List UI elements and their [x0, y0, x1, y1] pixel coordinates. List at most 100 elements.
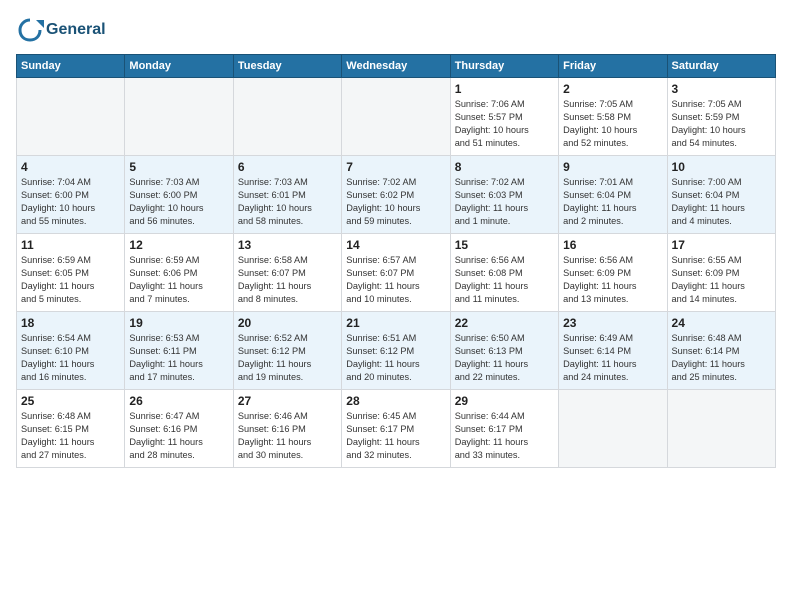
calendar-cell [559, 390, 667, 468]
calendar-cell: 13Sunrise: 6:58 AM Sunset: 6:07 PM Dayli… [233, 234, 341, 312]
calendar-cell: 4Sunrise: 7:04 AM Sunset: 6:00 PM Daylig… [17, 156, 125, 234]
calendar-cell: 15Sunrise: 6:56 AM Sunset: 6:08 PM Dayli… [450, 234, 558, 312]
calendar-week-2: 4Sunrise: 7:04 AM Sunset: 6:00 PM Daylig… [17, 156, 776, 234]
day-number: 11 [21, 238, 120, 252]
weekday-header-saturday: Saturday [667, 55, 775, 78]
calendar-cell: 5 Sunrise: 7:03 AM Sunset: 6:00 PM Daylig… [125, 156, 233, 234]
day-info: Sunrise: 6:51 AM Sunset: 6:12 PM Dayligh… [346, 332, 445, 384]
day-info: Sunrise: 7:03 AM Sunset: 6:00 PM Dayligh… [129, 176, 228, 228]
day-number: 29 [455, 394, 554, 408]
day-info: Sunrise: 6:57 AM Sunset: 6:07 PM Dayligh… [346, 254, 445, 306]
day-info: Sunrise: 6:53 AM Sunset: 6:11 PM Dayligh… [129, 332, 228, 384]
day-number: 17 [672, 238, 771, 252]
calendar-cell: 3 Sunrise: 7:05 AM Sunset: 5:59 PM Daylig… [667, 78, 775, 156]
calendar-cell [667, 390, 775, 468]
day-info: Sunrise: 7:01 AM Sunset: 6:04 PM Dayligh… [563, 176, 662, 228]
day-number: 24 [672, 316, 771, 330]
day-number: 5 [129, 160, 228, 174]
weekday-header-tuesday: Tuesday [233, 55, 341, 78]
calendar-cell: 7Sunrise: 7:02 AM Sunset: 6:02 PM Daylig… [342, 156, 450, 234]
day-info: Sunrise: 7:02 AM Sunset: 6:03 PM Dayligh… [455, 176, 554, 228]
day-number: 4 [21, 160, 120, 174]
day-number: 18 [21, 316, 120, 330]
calendar-week-3: 11 Sunrise: 6:59 AM Sunset: 6:05 PM Dayli… [17, 234, 776, 312]
day-info: Sunrise: 6:47 AM Sunset: 6:16 PM Dayligh… [129, 410, 228, 462]
day-number: 7 [346, 160, 445, 174]
day-number: 21 [346, 316, 445, 330]
calendar-cell: 12Sunrise: 6:59 AM Sunset: 6:06 PM Dayli… [125, 234, 233, 312]
day-info: Sunrise: 7:06 AM Sunset: 5:57 PM Dayligh… [455, 98, 554, 150]
calendar-cell [233, 78, 341, 156]
day-info: Sunrise: 6:45 AM Sunset: 6:17 PM Dayligh… [346, 410, 445, 462]
calendar-cell: 9 Sunrise: 7:01 AM Sunset: 6:04 PM Daylig… [559, 156, 667, 234]
day-number: 14 [346, 238, 445, 252]
logo: General [16, 16, 106, 44]
logo-icon [16, 16, 44, 44]
day-number: 19 [129, 316, 228, 330]
calendar-cell: 26 Sunrise: 6:47 AM Sunset: 6:16 PM Dayli… [125, 390, 233, 468]
calendar-cell: 22 Sunrise: 6:50 AM Sunset: 6:13 PM Dayli… [450, 312, 558, 390]
day-info: Sunrise: 6:48 AM Sunset: 6:15 PM Dayligh… [21, 410, 120, 462]
calendar-cell: 20 Sunrise: 6:52 AM Sunset: 6:12 PM Dayli… [233, 312, 341, 390]
calendar-cell: 16 Sunrise: 6:56 AM Sunset: 6:09 PM Dayli… [559, 234, 667, 312]
day-info: Sunrise: 7:05 AM Sunset: 5:59 PM Dayligh… [672, 98, 771, 150]
calendar-cell [342, 78, 450, 156]
weekday-header-friday: Friday [559, 55, 667, 78]
day-number: 9 [563, 160, 662, 174]
day-number: 15 [455, 238, 554, 252]
calendar-week-4: 18 Sunrise: 6:54 AM Sunset: 6:10 PM Dayli… [17, 312, 776, 390]
day-info: Sunrise: 6:55 AM Sunset: 6:09 PM Dayligh… [672, 254, 771, 306]
weekday-header-monday: Monday [125, 55, 233, 78]
calendar-cell: 28Sunrise: 6:45 AM Sunset: 6:17 PM Dayli… [342, 390, 450, 468]
calendar-cell: 25 Sunrise: 6:48 AM Sunset: 6:15 PM Dayli… [17, 390, 125, 468]
day-info: Sunrise: 6:44 AM Sunset: 6:17 PM Dayligh… [455, 410, 554, 462]
calendar-cell: 19 Sunrise: 6:53 AM Sunset: 6:11 PM Dayli… [125, 312, 233, 390]
calendar-cell: 21 Sunrise: 6:51 AM Sunset: 6:12 PM Dayli… [342, 312, 450, 390]
calendar-cell: 23Sunrise: 6:49 AM Sunset: 6:14 PM Dayli… [559, 312, 667, 390]
day-number: 25 [21, 394, 120, 408]
logo-text: General [46, 20, 106, 39]
day-number: 6 [238, 160, 337, 174]
calendar-cell: 17 Sunrise: 6:55 AM Sunset: 6:09 PM Dayli… [667, 234, 775, 312]
day-info: Sunrise: 6:59 AM Sunset: 6:05 PM Dayligh… [21, 254, 120, 306]
day-number: 22 [455, 316, 554, 330]
calendar-cell: 8 Sunrise: 7:02 AM Sunset: 6:03 PM Daylig… [450, 156, 558, 234]
day-number: 3 [672, 82, 771, 96]
day-info: Sunrise: 7:03 AM Sunset: 6:01 PM Dayligh… [238, 176, 337, 228]
calendar-cell: 14 Sunrise: 6:57 AM Sunset: 6:07 PM Dayli… [342, 234, 450, 312]
weekday-header-row: SundayMondayTuesdayWednesdayThursdayFrid… [17, 55, 776, 78]
calendar-cell: 24 Sunrise: 6:48 AM Sunset: 6:14 PM Dayli… [667, 312, 775, 390]
day-info: Sunrise: 6:56 AM Sunset: 6:09 PM Dayligh… [563, 254, 662, 306]
day-info: Sunrise: 7:00 AM Sunset: 6:04 PM Dayligh… [672, 176, 771, 228]
calendar-cell: 6 Sunrise: 7:03 AM Sunset: 6:01 PM Daylig… [233, 156, 341, 234]
weekday-header-thursday: Thursday [450, 55, 558, 78]
calendar-cell: 11 Sunrise: 6:59 AM Sunset: 6:05 PM Dayli… [17, 234, 125, 312]
day-number: 10 [672, 160, 771, 174]
calendar-cell [17, 78, 125, 156]
calendar-cell: 2 Sunrise: 7:05 AM Sunset: 5:58 PM Daylig… [559, 78, 667, 156]
day-number: 8 [455, 160, 554, 174]
day-info: Sunrise: 6:54 AM Sunset: 6:10 PM Dayligh… [21, 332, 120, 384]
calendar-week-5: 25 Sunrise: 6:48 AM Sunset: 6:15 PM Dayli… [17, 390, 776, 468]
day-number: 12 [129, 238, 228, 252]
calendar-cell: 29 Sunrise: 6:44 AM Sunset: 6:17 PM Dayli… [450, 390, 558, 468]
calendar-cell: 27 Sunrise: 6:46 AM Sunset: 6:16 PM Dayli… [233, 390, 341, 468]
calendar-cell: 1 Sunrise: 7:06 AM Sunset: 5:57 PM Daylig… [450, 78, 558, 156]
day-number: 13 [238, 238, 337, 252]
day-number: 16 [563, 238, 662, 252]
day-number: 20 [238, 316, 337, 330]
calendar-week-1: 1 Sunrise: 7:06 AM Sunset: 5:57 PM Daylig… [17, 78, 776, 156]
day-info: Sunrise: 7:05 AM Sunset: 5:58 PM Dayligh… [563, 98, 662, 150]
page: General SundayMondayTuesdayWednesdayThur… [0, 0, 792, 478]
day-info: Sunrise: 6:46 AM Sunset: 6:16 PM Dayligh… [238, 410, 337, 462]
day-number: 2 [563, 82, 662, 96]
day-info: Sunrise: 6:50 AM Sunset: 6:13 PM Dayligh… [455, 332, 554, 384]
calendar-cell [125, 78, 233, 156]
day-number: 26 [129, 394, 228, 408]
day-info: Sunrise: 6:52 AM Sunset: 6:12 PM Dayligh… [238, 332, 337, 384]
calendar-table: SundayMondayTuesdayWednesdayThursdayFrid… [16, 54, 776, 468]
day-number: 27 [238, 394, 337, 408]
day-info: Sunrise: 6:48 AM Sunset: 6:14 PM Dayligh… [672, 332, 771, 384]
day-number: 1 [455, 82, 554, 96]
calendar-cell: 10 Sunrise: 7:00 AM Sunset: 6:04 PM Dayli… [667, 156, 775, 234]
